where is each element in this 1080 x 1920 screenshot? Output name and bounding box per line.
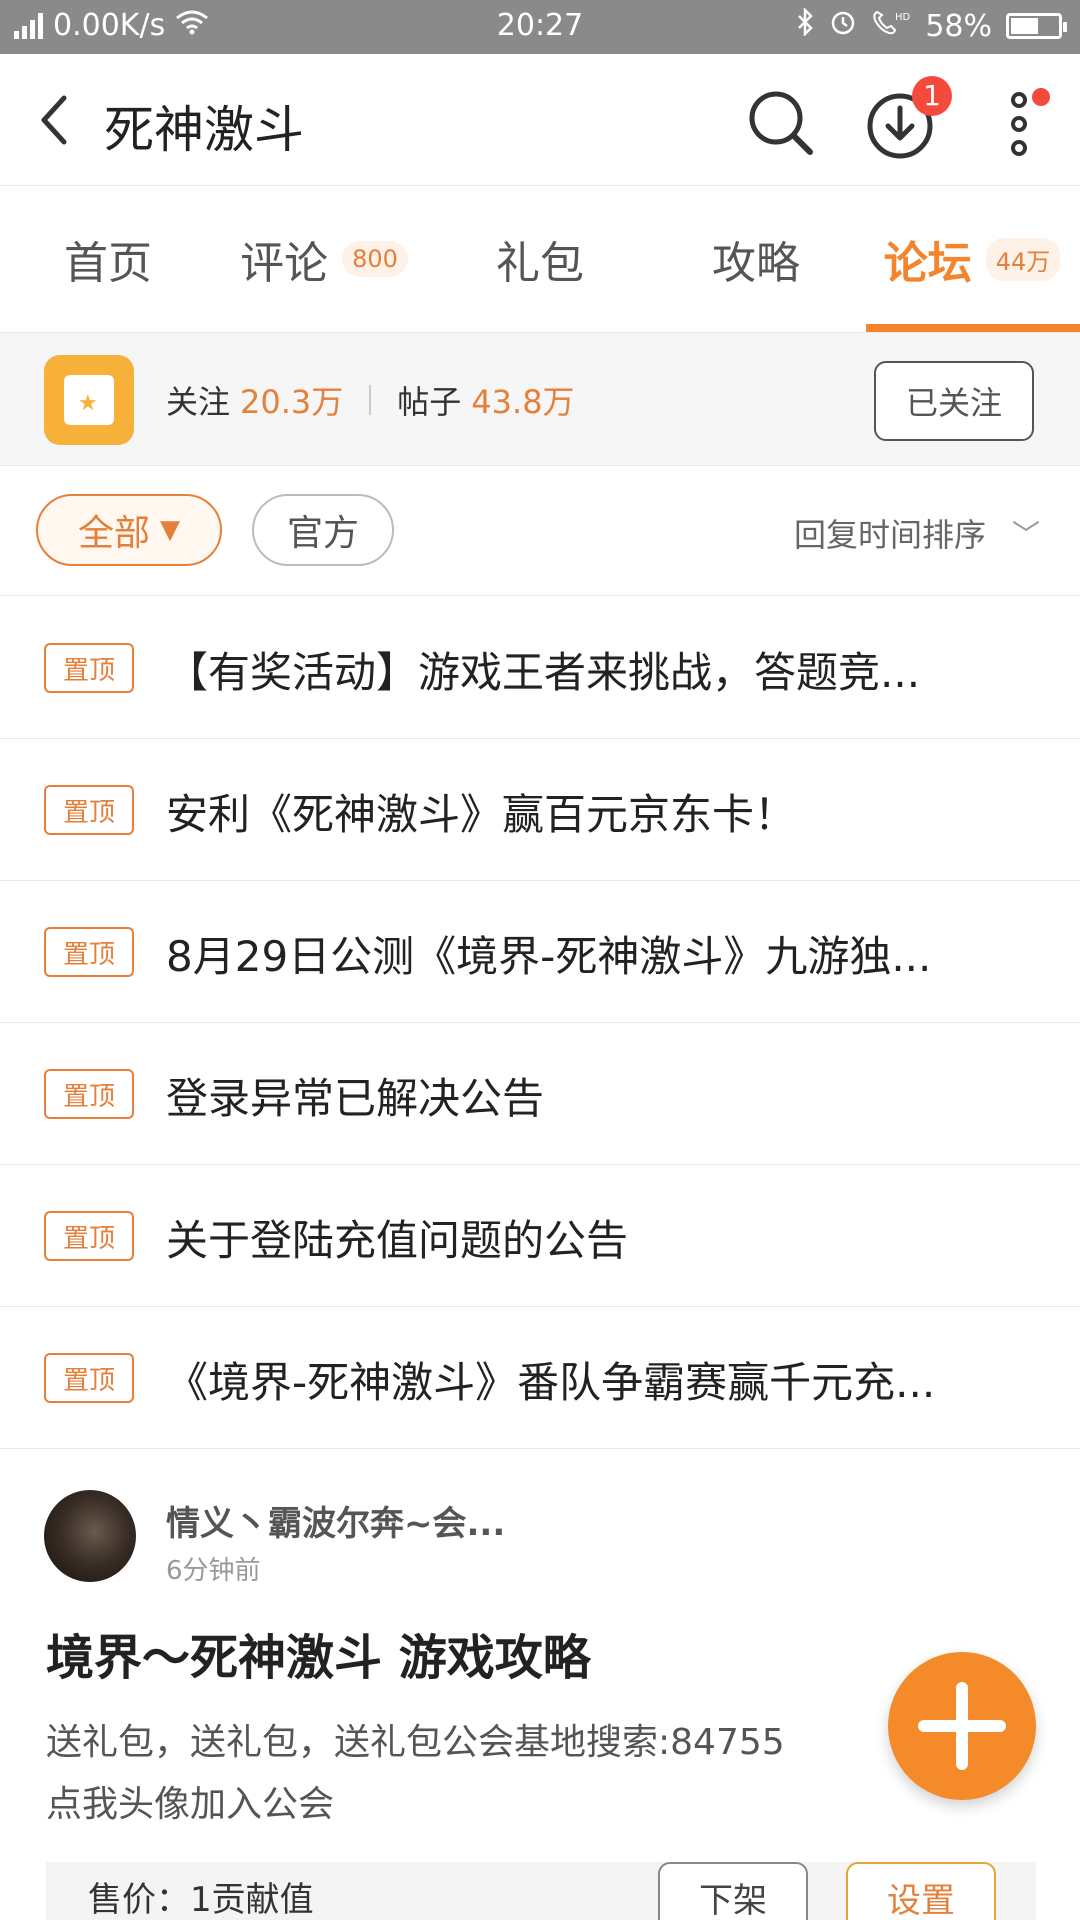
item-price: 售价：1贡献值 <box>88 1880 314 1920</box>
app-header: 死神激斗 1 <box>0 54 1080 186</box>
filter-all-label: 全部 <box>77 513 150 554</box>
post-body: 送礼包，送礼包，送礼包公会基地搜索:84755 点我头像加入公会 <box>46 1712 906 1836</box>
pinned-tag: 置顶 <box>44 927 134 977</box>
post-author[interactable]: 情义丶霸波尔奔~会... <box>166 1496 505 1545</box>
avatar[interactable] <box>44 1490 136 1582</box>
pinned-post[interactable]: 置顶 安利《死神激斗》赢百元京东卡！ <box>0 739 1080 881</box>
pinned-tag: 置顶 <box>44 1069 134 1119</box>
forum-info-bar: ★ 关注 20.3万 帖子 43.8万 已关注 <box>0 332 1080 466</box>
pinned-post-title: 【有奖活动】游戏王者来挑战，答题竞... <box>166 648 921 697</box>
posts-label: 帖子 <box>397 383 462 421</box>
pinned-post-title: 安利《死神激斗》赢百元京东卡！ <box>166 790 797 839</box>
search-icon <box>749 91 813 155</box>
search-button[interactable] <box>736 78 826 168</box>
pinned-post[interactable]: 置顶 【有奖活动】游戏王者来挑战，答题竞... <box>0 597 1080 739</box>
sort-dropdown[interactable]: 回复时间排序 ﹀ <box>794 510 1040 556</box>
status-right: HD 58% <box>795 6 1067 44</box>
tab-label: 首页 <box>64 238 152 289</box>
bluetooth-icon <box>795 6 815 44</box>
hd-call-icon: HD <box>871 8 911 44</box>
post-body-line: 点我头像加入公会 <box>46 1784 335 1825</box>
post-time: 6分钟前 <box>166 1556 261 1586</box>
pinned-tag: 置顶 <box>44 1211 134 1261</box>
filter-all-chip[interactable]: 全部 ▼ <box>36 494 222 566</box>
tab-count: 800 <box>342 241 408 277</box>
more-button[interactable] <box>974 78 1064 168</box>
pinned-post[interactable]: 置顶 关于登陆充值问题的公告 <box>0 1165 1080 1307</box>
forum-stats: 关注 20.3万 帖子 43.8万 <box>166 377 575 423</box>
pinned-tag: 置顶 <box>44 1353 134 1403</box>
post-title: 境界～死神激斗 游戏攻略 <box>46 1630 591 1686</box>
tab-guides[interactable]: 攻略 <box>648 187 864 331</box>
tab-label: 评论 <box>240 238 329 289</box>
posts-count: 43.8万 <box>471 383 575 421</box>
alarm-icon <box>829 8 857 44</box>
plus-icon <box>918 1682 1006 1770</box>
tab-home[interactable]: 首页 <box>0 187 216 331</box>
pinned-tag: 置顶 <box>44 785 134 835</box>
pinned-post[interactable]: 置顶 登录异常已解决公告 <box>0 1023 1080 1165</box>
back-arrow-icon <box>41 95 67 145</box>
more-vertical-icon <box>1011 92 1027 156</box>
svg-text:HD: HD <box>895 12 911 23</box>
page-title: 死神激斗 <box>104 101 304 159</box>
active-tab-indicator <box>866 324 1080 332</box>
battery-icon <box>1006 13 1067 39</box>
sort-label: 回复时间排序 <box>793 516 986 554</box>
status-bar: 0.00K/s 20:27 HD 58% <box>0 0 1080 54</box>
forum-icon: ★ <box>44 355 134 445</box>
download-badge: 1 <box>912 76 952 116</box>
followed-button[interactable]: 已关注 <box>874 361 1034 441</box>
filter-row: 全部 ▼ 官方 回复时间排序 ﹀ <box>0 466 1080 596</box>
tab-count: 44万 <box>985 237 1061 281</box>
tab-label: 攻略 <box>712 238 800 289</box>
item-bar: 售价：1贡献值 下架 设置 <box>46 1862 1036 1920</box>
pinned-post-title: 8月29日公测《境界-死神激斗》九游独... <box>166 932 932 981</box>
follow-label: 关注 <box>166 383 231 421</box>
pinned-post[interactable]: 置顶 8月29日公测《境界-死神激斗》九游独... <box>0 881 1080 1023</box>
star-icon: ★ <box>78 391 98 416</box>
battery-percent: 58% <box>925 8 992 44</box>
tab-forum[interactable]: 论坛 44万 <box>864 187 1080 331</box>
pinned-post-title: 关于登陆充值问题的公告 <box>166 1216 629 1265</box>
delist-button[interactable]: 下架 <box>658 1862 808 1920</box>
back-button[interactable] <box>30 88 90 152</box>
chevron-down-icon: ﹀ <box>1011 518 1040 551</box>
new-post-button[interactable] <box>888 1652 1036 1800</box>
pinned-post-title: 《境界-死神激斗》番队争霸赛赢千元充... <box>166 1358 936 1407</box>
settings-button[interactable]: 设置 <box>846 1862 996 1920</box>
filter-official-chip[interactable]: 官方 <box>252 494 394 566</box>
pinned-list: 置顶 【有奖活动】游戏王者来挑战，答题竞... 置顶 安利《死神激斗》赢百元京东… <box>0 597 1080 1449</box>
download-button[interactable]: 1 <box>856 76 952 168</box>
pinned-post[interactable]: 置顶 《境界-死神激斗》番队争霸赛赢千元充... <box>0 1307 1080 1449</box>
notification-dot <box>1032 88 1050 106</box>
tab-comments[interactable]: 评论 800 <box>216 187 432 331</box>
tab-label: 礼包 <box>496 238 584 289</box>
tab-label: 论坛 <box>883 238 972 289</box>
divider <box>369 385 372 415</box>
pinned-post-title: 登录异常已解决公告 <box>166 1074 545 1123</box>
pinned-tag: 置顶 <box>44 643 134 693</box>
follow-count: 20.3万 <box>240 383 344 421</box>
chevron-down-icon: ▼ <box>160 515 180 545</box>
tab-bar: 首页 评论 800 礼包 攻略 论坛 44万 <box>0 187 1080 331</box>
tab-gifts[interactable]: 礼包 <box>432 187 648 331</box>
post-body-line: 送礼包，送礼包，送礼包公会基地搜索:84755 <box>46 1722 785 1763</box>
